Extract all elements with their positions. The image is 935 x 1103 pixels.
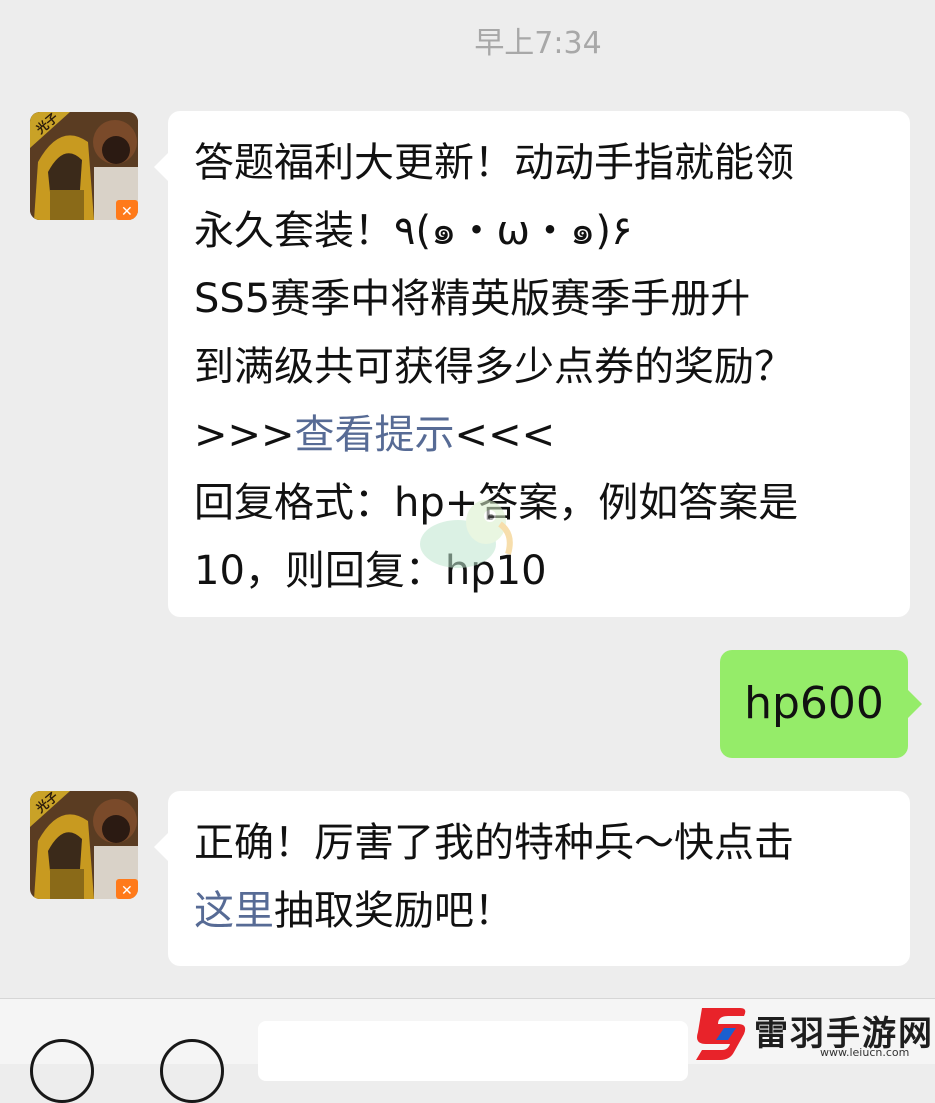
claim-reward-link[interactable]: 这里 <box>194 888 274 934</box>
hint-suffix: <<< <box>454 412 556 458</box>
message-line: 到满级共可获得多少点券的奖励？ <box>194 344 794 390</box>
game-avatar-image: 光子 ✕ <box>30 112 138 220</box>
incoming-message-bubble[interactable]: 答题福利大更新！动动手指就能领 永久套装！٩(๑・ω・๑)۶ SS5赛季中将精英… <box>154 111 910 617</box>
message-line: 答题福利大更新！动动手指就能领 <box>194 140 794 186</box>
hint-line: >>>查看提示<<< <box>194 401 890 469</box>
message-input[interactable] <box>258 1021 688 1081</box>
message-line: 正确！厉害了我的特种兵～快点击 <box>194 820 794 866</box>
hint-prefix: >>> <box>194 412 295 458</box>
outgoing-message-bubble[interactable]: hp600 <box>720 650 922 758</box>
message-line: 永久套装！٩(๑・ω・๑)۶ <box>194 208 633 254</box>
svg-text:✕: ✕ <box>121 883 133 899</box>
site-watermark: 雷羽手游网 www.leiucn.com <box>688 1004 935 1063</box>
incoming-message-bubble[interactable]: 正确！厉害了我的特种兵～快点击 这里抽取奖励吧！ <box>154 791 910 966</box>
message-text: 抽取奖励吧！ <box>274 888 514 934</box>
sender-avatar[interactable]: 光子 ✕ <box>30 112 138 220</box>
message-line: 这里抽取奖励吧！ <box>194 877 890 945</box>
voice-input-icon[interactable] <box>30 1039 94 1103</box>
reply-format-line: 回复格式：hp+答案，例如答案是 <box>194 480 799 526</box>
snail-watermark-icon <box>420 500 513 568</box>
svg-text:✕: ✕ <box>121 204 133 220</box>
message-line: SS5赛季中将精英版赛季手册升 <box>194 276 751 322</box>
message-timestamp: 早上7:34 <box>474 26 602 61</box>
sender-avatar[interactable]: 光子 ✕ <box>30 791 138 899</box>
view-hint-link[interactable]: 查看提示 <box>295 412 455 458</box>
site-url: www.leiucn.com <box>820 1046 910 1059</box>
outgoing-message-text: hp600 <box>744 678 884 729</box>
reply-format-line: 10，则回复：hp10 <box>194 548 547 594</box>
emoji-icon[interactable] <box>160 1039 224 1103</box>
game-avatar-image: 光子 ✕ <box>30 791 138 899</box>
site-logo-icon <box>696 1008 746 1060</box>
